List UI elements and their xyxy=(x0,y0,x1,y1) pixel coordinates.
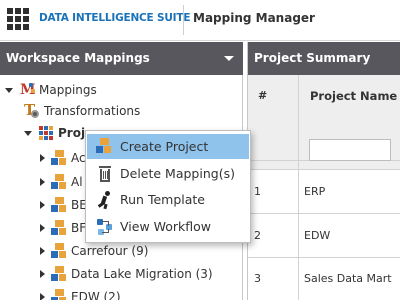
tree-node-label: Mappings xyxy=(39,83,97,97)
expand-arrow-icon[interactable] xyxy=(24,130,32,136)
tree-node-project[interactable]: Data Lake Migration (3) xyxy=(40,264,213,284)
menu-item-label: Create Project xyxy=(120,139,209,154)
expand-arrow-icon[interactable] xyxy=(40,178,45,186)
table-row[interactable]: 2 EDW xyxy=(248,215,400,258)
expand-arrow-icon[interactable] xyxy=(40,293,45,300)
menu-item-label: Delete Mapping(s) xyxy=(120,166,235,181)
table-row[interactable]: 1 ERP xyxy=(248,171,400,214)
project-icon xyxy=(51,150,67,166)
tree-node-project[interactable]: BF xyxy=(40,218,86,238)
project-name-cell[interactable]: Sales Data Mart xyxy=(304,272,392,285)
column-header-number[interactable]: # xyxy=(258,89,267,102)
menu-item-view-workflow[interactable]: View Workflow xyxy=(87,214,249,239)
page-title: Mapping Manager xyxy=(193,11,315,25)
tree-node-label: Ac xyxy=(71,151,86,165)
context-menu: Create Project Delete Mapping(s) Run Tem… xyxy=(85,130,251,243)
menu-item-label: View Workflow xyxy=(120,219,212,234)
run-icon xyxy=(96,190,114,209)
workflow-icon xyxy=(96,218,114,236)
tree-node-label: Carrefour (9) xyxy=(71,244,149,258)
menu-item-delete-mappings[interactable]: Delete Mapping(s) xyxy=(87,161,249,186)
expand-arrow-icon[interactable] xyxy=(40,201,45,209)
trash-icon xyxy=(96,165,114,183)
menu-item-create-project[interactable]: Create Project xyxy=(87,134,249,159)
tree-node-mappings[interactable]: M Mappings xyxy=(5,80,97,100)
project-name-filter-input[interactable] xyxy=(309,139,391,161)
expand-arrow-icon[interactable] xyxy=(40,154,45,162)
tree-node-project[interactable]: BE xyxy=(40,195,87,215)
project-icon xyxy=(51,243,67,259)
tree-node-project[interactable]: Al xyxy=(40,172,83,192)
row-number: 3 xyxy=(254,272,261,285)
transformations-icon: T xyxy=(24,101,40,119)
tree-node-transformations[interactable]: T Transformations xyxy=(24,101,140,121)
menu-item-run-template[interactable]: Run Template xyxy=(87,187,249,212)
project-icon xyxy=(51,220,67,236)
table-row[interactable]: 3 Sales Data Mart xyxy=(248,258,400,300)
panel-menu-caret-icon[interactable] xyxy=(224,56,234,61)
expand-arrow-icon[interactable] xyxy=(40,247,45,255)
tree-node-label: BF xyxy=(71,221,87,235)
tree-node-project[interactable]: EDW (2) xyxy=(40,287,121,300)
tree-node-label: Al xyxy=(71,175,83,189)
project-icon xyxy=(51,197,67,213)
top-bar: DATA INTELLIGENCE SUITE Mapping Manager xyxy=(0,0,400,41)
project-icon xyxy=(51,289,67,300)
project-icon xyxy=(51,174,67,190)
panel-title: Workspace Mappings xyxy=(6,51,150,65)
projects-icon xyxy=(38,125,54,141)
expand-arrow-icon[interactable] xyxy=(40,224,45,232)
project-summary-header: Project Summary xyxy=(248,42,400,75)
tree-node-label: Transformations xyxy=(44,104,141,118)
column-header-project-name[interactable]: Project Name xyxy=(310,89,397,103)
panel-title: Project Summary xyxy=(254,51,371,65)
project-icon xyxy=(51,266,67,282)
tree-node-label: Data Lake Migration (3) xyxy=(71,267,213,281)
tree-node-project[interactable]: Ac xyxy=(40,148,86,168)
row-number: 2 xyxy=(254,229,261,242)
expand-arrow-icon[interactable] xyxy=(40,270,45,278)
workspace-mappings-header: Workspace Mappings xyxy=(0,42,243,75)
project-name-cell[interactable]: ERP xyxy=(304,185,325,198)
create-project-icon xyxy=(96,137,114,156)
brand-title[interactable]: DATA INTELLIGENCE SUITE xyxy=(39,12,191,24)
mappings-icon: M xyxy=(20,82,36,98)
menu-item-label: Run Template xyxy=(120,192,205,207)
expand-arrow-icon[interactable] xyxy=(5,87,13,93)
header-divider xyxy=(183,5,184,35)
row-number: 1 xyxy=(254,185,261,198)
project-summary-panel: Project Summary # Project Name 1 ERP 2 E… xyxy=(247,42,400,300)
app-launcher-icon[interactable] xyxy=(7,8,29,30)
tree-node-project[interactable]: Carrefour (9) xyxy=(40,241,148,261)
tree-node-label: EDW (2) xyxy=(71,290,121,300)
project-name-cell[interactable]: EDW xyxy=(304,229,330,242)
